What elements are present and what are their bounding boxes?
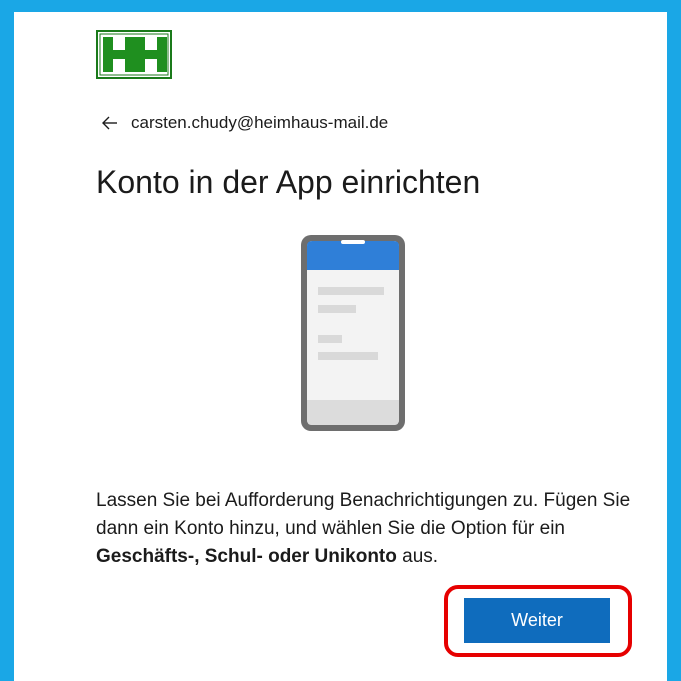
heimhaus-logo-icon	[96, 30, 172, 79]
phone-illustration-icon	[301, 235, 405, 431]
instruction-text-part2: aus.	[396, 546, 439, 567]
instruction-text-bold: Geschäfts-, Schul- oder Unikonto	[96, 546, 397, 567]
page-title: Konto in der App einrichten	[96, 164, 481, 200]
next-button[interactable]: Weiter	[464, 598, 610, 643]
account-email: carsten.chudy@heimhaus-mail.de	[131, 113, 389, 132]
instruction-text-part1: Lassen Sie bei Aufforderung Benachrichti…	[96, 490, 631, 539]
logo-graphic	[98, 32, 170, 77]
instruction-text: Lassen Sie bei Aufforderung Benachrichti…	[96, 487, 636, 571]
account-row: carsten.chudy@heimhaus-mail.de	[101, 113, 388, 133]
back-arrow-icon[interactable]	[101, 114, 119, 132]
